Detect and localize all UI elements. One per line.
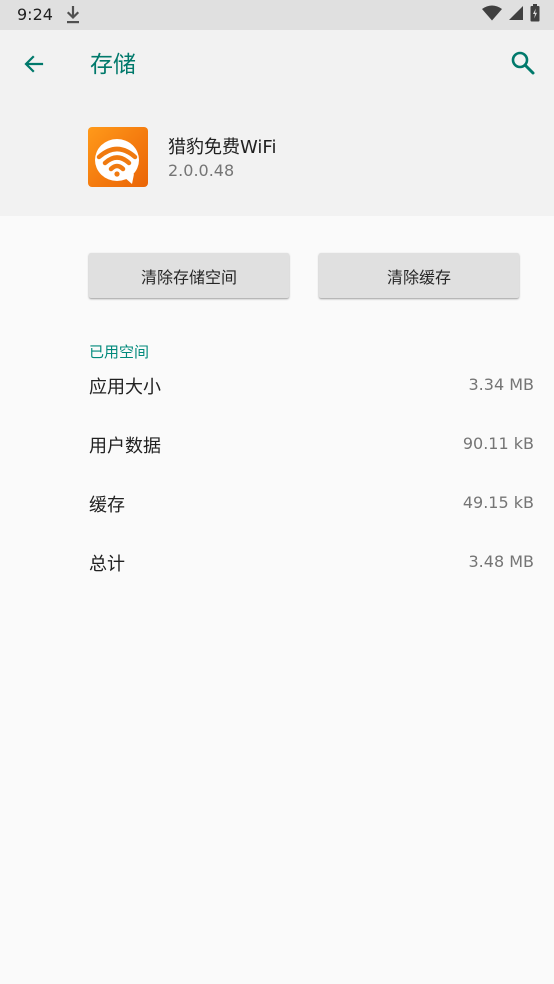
status-time: 9:24 — [17, 5, 53, 24]
search-button[interactable] — [506, 48, 540, 82]
storage-row-cache: 缓存 49.15 kB — [0, 485, 554, 525]
search-icon — [510, 50, 536, 80]
storage-row-value: 3.34 MB — [468, 375, 535, 394]
app-name: 猎豹免费WiFi — [168, 137, 277, 158]
app-bar: 存储 — [0, 30, 554, 100]
storage-row-value: 49.15 kB — [462, 493, 534, 512]
storage-row-total: 总计 3.48 MB — [0, 544, 554, 584]
storage-row-value: 90.11 kB — [462, 434, 534, 453]
status-icons — [482, 4, 540, 26]
clear-storage-button[interactable]: 清除存储空间 — [89, 253, 289, 298]
app-version: 2.0.0.48 — [168, 161, 235, 180]
storage-row-value: 3.48 MB — [468, 552, 535, 571]
arrow-back-icon — [22, 52, 46, 80]
wifi-icon — [482, 5, 502, 25]
storage-row-label: 总计 — [89, 554, 125, 575]
signal-icon — [508, 5, 524, 25]
status-bar: 9:24 — [0, 0, 554, 30]
app-header: 猎豹免费WiFi 2.0.0.48 — [0, 100, 554, 216]
storage-row-label: 用户数据 — [89, 436, 161, 457]
battery-icon — [530, 4, 540, 26]
storage-row-app-size: 应用大小 3.34 MB — [0, 367, 554, 407]
page-title: 存储 — [90, 52, 136, 78]
storage-row-label: 缓存 — [89, 495, 125, 516]
storage-row-user-data: 用户数据 90.11 kB — [0, 426, 554, 466]
storage-row-label: 应用大小 — [89, 377, 161, 398]
back-button[interactable] — [18, 50, 50, 82]
clear-cache-button[interactable]: 清除缓存 — [319, 253, 519, 298]
wifi-app-icon — [88, 127, 148, 187]
section-header-used-space: 已用空间 — [89, 343, 150, 361]
download-icon — [66, 5, 80, 24]
clear-cache-label: 清除缓存 — [386, 267, 451, 287]
clear-storage-label: 清除存储空间 — [140, 267, 237, 287]
